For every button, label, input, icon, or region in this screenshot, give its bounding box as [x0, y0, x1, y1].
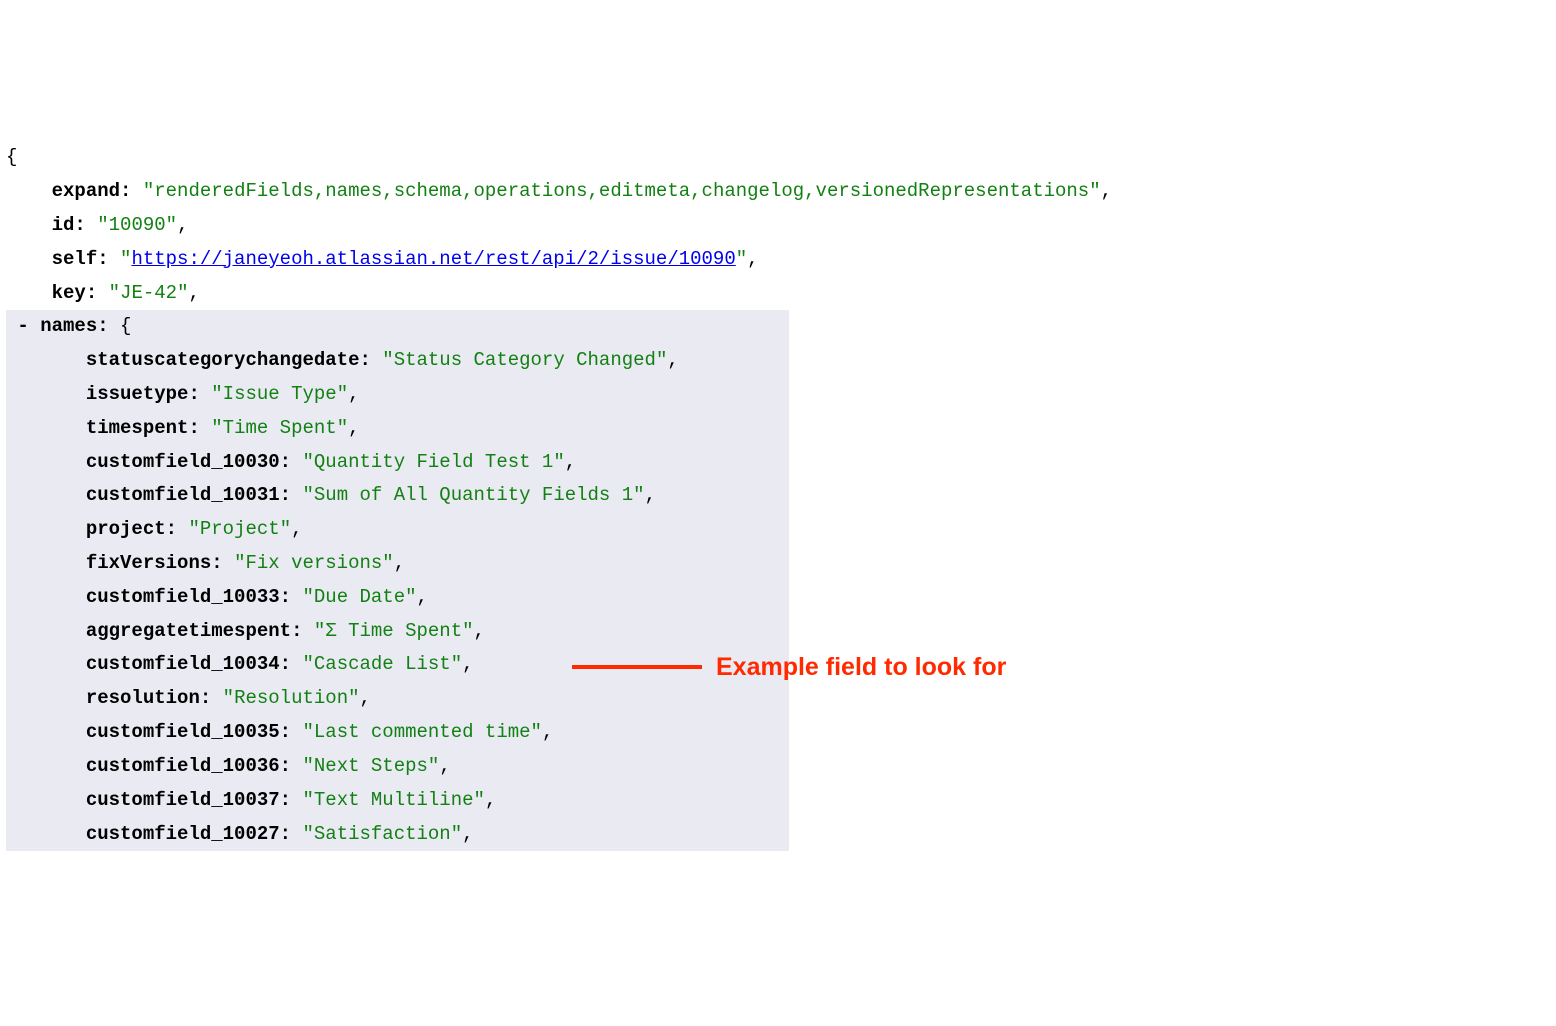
json-key: fixVersions [86, 552, 211, 574]
json-value: Due Date [314, 586, 405, 608]
json-value: Time Spent [223, 417, 337, 439]
json-key: customfield_10034 [86, 653, 280, 675]
json-key: self [52, 248, 98, 270]
json-key: customfield_10033 [86, 586, 280, 608]
json-value: renderedFields,names,schema,operations,e… [154, 180, 1089, 202]
json-key: names [40, 315, 97, 337]
json-key: resolution [86, 687, 200, 709]
json-prop: id: "10090", [6, 209, 1550, 243]
json-key: customfield_10027 [86, 823, 280, 845]
json-prop: customfield_10035: "Last commented time"… [6, 716, 679, 750]
json-value: Text Multiline [314, 789, 474, 811]
json-key: project [86, 518, 166, 540]
json-value: Next Steps [314, 755, 428, 777]
names-block: - names: { statuscategorychangedate: "St… [6, 310, 789, 851]
json-key: timespent [86, 417, 189, 439]
json-prop: customfield_10027: "Satisfaction", [6, 818, 679, 852]
json-value: 10090 [109, 214, 166, 236]
json-prop: fixVersions: "Fix versions", [6, 547, 679, 581]
json-key: customfield_10037 [86, 789, 280, 811]
collapse-toggle[interactable]: - [17, 315, 28, 337]
json-value: Cascade List [314, 653, 451, 675]
json-key: customfield_10036 [86, 755, 280, 777]
json-key: id [52, 214, 75, 236]
json-value: Sum of All Quantity Fields 1 [314, 484, 633, 506]
json-value: Σ Time Spent [325, 620, 462, 642]
json-prop: key: "JE-42", [6, 277, 1550, 311]
names-header: - names: { [6, 310, 679, 344]
json-prop: customfield_10031: "Sum of All Quantity … [6, 479, 679, 513]
json-prop: customfield_10034: "Cascade List", [6, 648, 679, 682]
json-link[interactable]: https://janeyeoh.atlassian.net/rest/api/… [131, 248, 735, 270]
json-key: customfield_10035 [86, 721, 280, 743]
json-prop: timespent: "Time Spent", [6, 412, 679, 446]
json-value: Issue Type [223, 383, 337, 405]
json-key: key [52, 282, 86, 304]
json-prop: customfield_10036: "Next Steps", [6, 750, 679, 784]
json-root: { expand: "renderedFields,names,schema,o… [6, 141, 1550, 310]
json-prop: resolution: "Resolution", [6, 682, 679, 716]
json-key: statuscategorychangedate [86, 349, 360, 371]
json-prop: customfield_10037: "Text Multiline", [6, 784, 679, 818]
json-prop: self: "https://janeyeoh.atlassian.net/re… [6, 243, 1550, 277]
json-value: Quantity Field Test 1 [314, 451, 553, 473]
json-value: Satisfaction [314, 823, 451, 845]
json-prop: customfield_10033: "Due Date", [6, 581, 679, 615]
json-prop: aggregatetimespent: "Σ Time Spent", [6, 615, 679, 649]
json-prop: expand: "renderedFields,names,schema,ope… [6, 175, 1550, 209]
json-value: Fix versions [245, 552, 382, 574]
json-prop: customfield_10030: "Quantity Field Test … [6, 446, 679, 480]
json-prop: statuscategorychangedate: "Status Catego… [6, 344, 679, 378]
json-key: customfield_10031 [86, 484, 280, 506]
json-prop: issuetype: "Issue Type", [6, 378, 679, 412]
json-value: Last commented time [314, 721, 531, 743]
brace-open: { [6, 141, 1550, 175]
json-key: issuetype [86, 383, 189, 405]
json-prop: project: "Project", [6, 513, 679, 547]
json-key: aggregatetimespent [86, 620, 291, 642]
json-key: customfield_10030 [86, 451, 280, 473]
json-key: expand [52, 180, 120, 202]
json-value: Status Category Changed [394, 349, 656, 371]
json-value: JE-42 [120, 282, 177, 304]
json-value: Resolution [234, 687, 348, 709]
json-value: Project [200, 518, 280, 540]
